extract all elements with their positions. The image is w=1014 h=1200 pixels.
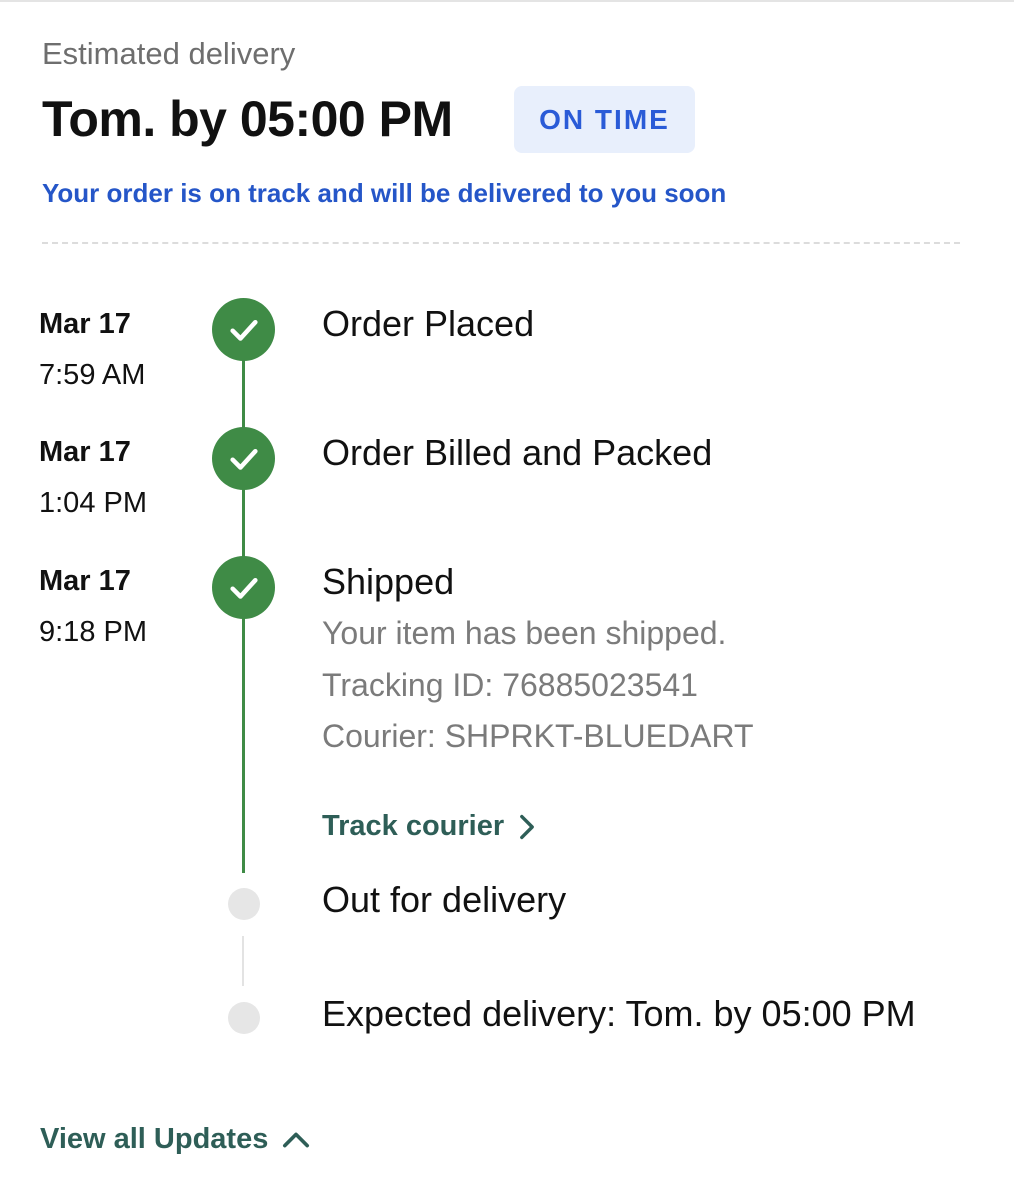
shipped-detail-line: Your item has been shipped. <box>322 615 727 651</box>
timeline-line-pending <box>242 936 244 986</box>
step-pending-marker <box>228 888 260 920</box>
step-done-marker <box>212 427 275 490</box>
view-all-updates-label: View all Updates <box>40 1123 269 1155</box>
step-time: 7:59 AM <box>39 359 146 391</box>
tracking-id-line: Tracking ID: 76885023541 <box>322 667 698 703</box>
chevron-up-icon <box>283 1132 310 1147</box>
check-icon <box>229 319 258 341</box>
timeline-line-done-2 <box>242 486 245 566</box>
timeline-line-done-1 <box>242 356 245 436</box>
step-title: Out for delivery <box>322 879 567 920</box>
step-date: Mar 17 <box>39 565 131 597</box>
status-message: Your order is on track and will be deliv… <box>42 178 727 208</box>
estimated-delivery-label: Estimated delivery <box>42 36 296 71</box>
check-icon <box>229 448 258 470</box>
step-done-marker <box>212 298 275 361</box>
step-pending-marker <box>228 1002 260 1034</box>
top-divider <box>0 0 1014 2</box>
step-date: Mar 17 <box>39 436 131 468</box>
check-icon <box>229 577 258 599</box>
step-time: 9:18 PM <box>39 616 147 648</box>
step-title: Order Placed <box>322 303 535 344</box>
step-time: 1:04 PM <box>39 487 147 519</box>
step-title: Shipped <box>322 561 455 602</box>
estimated-delivery-value: Tom. by 05:00 PM <box>42 91 453 147</box>
step-title: Order Billed and Packed <box>322 432 713 473</box>
courier-line: Courier: SHPRKT-BLUEDART <box>322 718 754 754</box>
view-all-updates-button[interactable]: View all Updates <box>40 1123 310 1156</box>
track-courier-label: Track courier <box>322 810 505 842</box>
status-badge: ON TIME <box>514 86 695 153</box>
step-title: Expected delivery: Tom. by 05:00 PM <box>322 993 916 1034</box>
track-courier-link[interactable]: Track courier <box>322 810 536 843</box>
timeline-line-done-3 <box>242 615 245 873</box>
chevron-right-icon <box>520 814 535 839</box>
step-date: Mar 17 <box>39 308 131 340</box>
dashed-divider <box>42 242 960 244</box>
step-done-marker <box>212 556 275 619</box>
